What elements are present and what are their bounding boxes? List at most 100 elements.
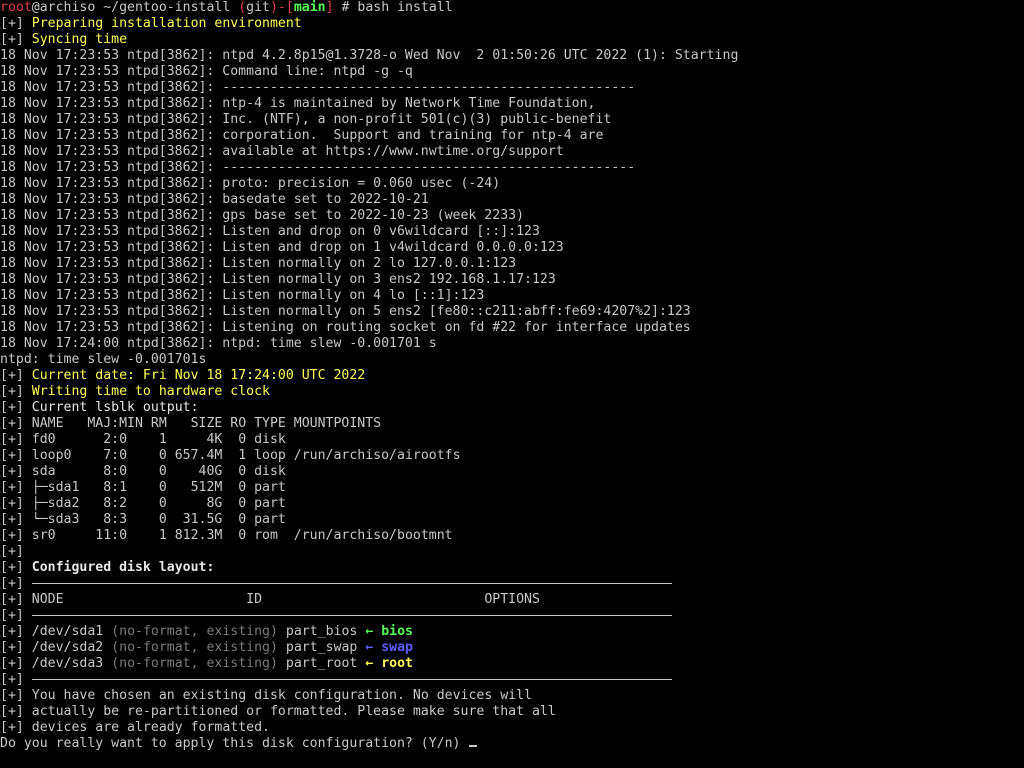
ntpd-log-line: 18 Nov 17:23:53 ntpd[3862]: Listen norma… [0, 256, 517, 271]
shell-prompt-line: root@archiso ~/gentoo-install (git)-[mai… [0, 0, 1024, 16]
prompt-at: @ [31, 0, 40, 15]
ntpd-log-line: 18 Nov 17:23:53 ntpd[3862]: ntp-4 is mai… [0, 96, 596, 111]
ntpd-log-line: 18 Nov 17:23:53 ntpd[3862]: proto: preci… [0, 176, 501, 191]
lsblk-row: [+] sr0 11:0 1 812.3M 0 rom /run/archiso… [0, 528, 1024, 544]
warning-line: [+] actually be re-partitioned or format… [0, 704, 1024, 720]
status-line-preparing: [+] Preparing installation environment [0, 16, 1024, 32]
layout-id: part_bios [285, 624, 358, 639]
lsblk-row: [+] fd0 2:0 1 4K 0 disk [0, 432, 1024, 448]
ntpd-log-line: 18 Nov 17:23:53 ntpd[3862]: ------------… [0, 80, 636, 95]
status-text: Configured disk layout: [31, 560, 215, 575]
status-bracket: [+] [0, 704, 24, 719]
lsblk-row: [+] sda 8:0 0 40G 0 disk [0, 464, 1024, 480]
layout-divider [31, 582, 672, 584]
ntpd-log-line: 18 Nov 17:23:53 ntpd[3862]: Command line… [0, 64, 413, 79]
ntpd-log-line: 18 Nov 17:23:53 ntpd[3862]: Listening on… [0, 320, 691, 335]
layout-node: /dev/sda2 [31, 640, 104, 655]
ntpd-log-line: 18 Nov 17:23:53 ntpd[3862]: Listen and d… [0, 240, 564, 255]
layout-rule-line: [+] [0, 608, 1024, 624]
ntpd-log-line: 18 Nov 17:23:53 ntpd[3862]: corporation.… [0, 128, 604, 143]
prompt-host: archiso [39, 0, 96, 15]
layout-node: /dev/sda3 [31, 656, 104, 671]
ntpd-log-line: 18 Nov 17:23:53 ntpd[3862]: Listen norma… [0, 288, 485, 303]
warning-text: devices are already formatted. [31, 720, 270, 735]
layout-header-row: [+] NODE ID OPTIONS [0, 592, 1024, 608]
status-text: Current lsblk output: [31, 400, 199, 415]
terminal-window[interactable]: root@archiso ~/gentoo-install (git)-[mai… [0, 0, 1024, 768]
status-bracket: [+] [0, 640, 24, 655]
status-bracket: [+] [0, 464, 24, 479]
layout-info: (no-format, existing) [111, 656, 278, 671]
lsblk-row-text: loop0 7:0 0 657.4M 1 loop /run/archiso/a… [31, 448, 461, 463]
prompt-git-open: ( [238, 0, 247, 15]
ntpd-log-line: 18 Nov 17:23:53 ntpd[3862]: basedate set… [0, 192, 429, 207]
status-text: Syncing time [31, 32, 128, 47]
lsblk-row-text: sr0 11:0 1 812.3M 0 rom /run/archiso/boo… [31, 528, 453, 543]
prompt-branch-open: [ [285, 0, 294, 15]
status-bracket: [+] [0, 688, 24, 703]
prompt-path: ~/gentoo-install [95, 0, 239, 15]
status-bracket: [+] [0, 512, 24, 527]
ntpd-log-line: 18 Nov 17:23:53 ntpd[3862]: Listen norma… [0, 272, 556, 287]
status-line-lsblk: [+] Current lsblk output: [0, 400, 1024, 416]
layout-info: (no-format, existing) [111, 640, 278, 655]
status-bracket: [+] [0, 560, 24, 575]
status-bracket: [+] [0, 32, 24, 47]
left-arrow-icon: ← [365, 640, 374, 655]
lsblk-row-text: NAME MAJ:MIN RM SIZE RO TYPE MOUNTPOINTS [31, 416, 382, 431]
layout-row: [+] /dev/sda2 (no-format, existing) part… [0, 640, 1024, 656]
warning-line: [+] devices are already formatted. [0, 720, 1024, 736]
layout-header-text: NODE ID OPTIONS [31, 592, 540, 607]
warning-line: [+] You have chosen an existing disk con… [0, 688, 1024, 704]
ntpd-log-line: 18 Nov 17:23:53 ntpd[3862]: ------------… [0, 160, 636, 175]
layout-rule-line: [+] [0, 672, 1024, 688]
lsblk-row-text: ├─sda1 8:1 0 512M 0 part [31, 480, 286, 495]
status-bracket: [+] [0, 528, 24, 543]
warning-text: You have chosen an existing disk configu… [31, 688, 532, 703]
status-bracket: [+] [0, 496, 24, 511]
status-line-writing-clock: [+] Writing time to hardware clock [0, 384, 1024, 400]
prompt-branch-close: ] [325, 0, 334, 15]
status-bracket: [+] [0, 592, 24, 607]
prompt-user: root [0, 0, 32, 15]
status-text: Preparing installation environment [31, 16, 302, 31]
prompt-branch-dash: - [277, 0, 286, 15]
layout-id: part_root [285, 656, 358, 671]
status-bracket: [+] [0, 384, 24, 399]
ntpd-log-line: 18 Nov 17:23:53 ntpd[3862]: Listen norma… [0, 304, 691, 319]
status-line-current-date: [+] Current date: Fri Nov 18 17:24:00 UT… [0, 368, 1024, 384]
prompt-symbol: # [333, 0, 358, 15]
confirm-prompt-line[interactable]: Do you really want to apply this disk co… [0, 736, 1024, 752]
text-cursor[interactable] [469, 745, 478, 747]
layout-rule-line: [+] [0, 576, 1024, 592]
status-line-syncing: [+] Syncing time [0, 32, 1024, 48]
lsblk-header-row: [+] NAME MAJ:MIN RM SIZE RO TYPE MOUNTPO… [0, 416, 1024, 432]
status-line-disk-layout: [+] Configured disk layout: [0, 560, 1024, 576]
left-arrow-icon: ← [365, 656, 374, 671]
ntpd-log-line: 18 Nov 17:23:53 ntpd[3862]: gps base set… [0, 208, 525, 223]
status-bracket: [+] [0, 656, 24, 671]
layout-tag: swap [381, 640, 413, 655]
prompt-command: bash install [357, 0, 453, 15]
layout-node: /dev/sda1 [31, 624, 104, 639]
lsblk-row: [+] ├─sda2 8:2 0 8G 0 part [0, 496, 1024, 512]
prompt-branch: main [293, 0, 326, 15]
lsblk-row-text: ├─sda2 8:2 0 8G 0 part [31, 496, 286, 511]
ntpd-log-line: 18 Nov 17:23:53 ntpd[3862]: ntpd 4.2.8p1… [0, 48, 739, 63]
status-bracket: [+] [0, 448, 24, 463]
status-bracket: [+] [0, 368, 24, 383]
layout-info: (no-format, existing) [111, 624, 278, 639]
lsblk-row: [+] └─sda3 8:3 0 31.5G 0 part [0, 512, 1024, 528]
status-bracket: [+] [0, 608, 24, 623]
ntpd-log-line: 18 Nov 17:23:53 ntpd[3862]: Listen and d… [0, 224, 540, 239]
status-bracket: [+] [0, 16, 24, 31]
status-bracket: [+] [0, 720, 24, 735]
left-arrow-icon: ← [365, 624, 374, 639]
blank-status-line: [+] [0, 544, 1024, 560]
status-bracket: [+] [0, 544, 24, 559]
time-slew-line: ntpd: time slew -0.001701s [0, 352, 207, 367]
status-bracket: [+] [0, 624, 24, 639]
status-bracket: [+] [0, 576, 24, 591]
layout-divider [31, 614, 672, 616]
lsblk-row-text: └─sda3 8:3 0 31.5G 0 part [31, 512, 286, 527]
